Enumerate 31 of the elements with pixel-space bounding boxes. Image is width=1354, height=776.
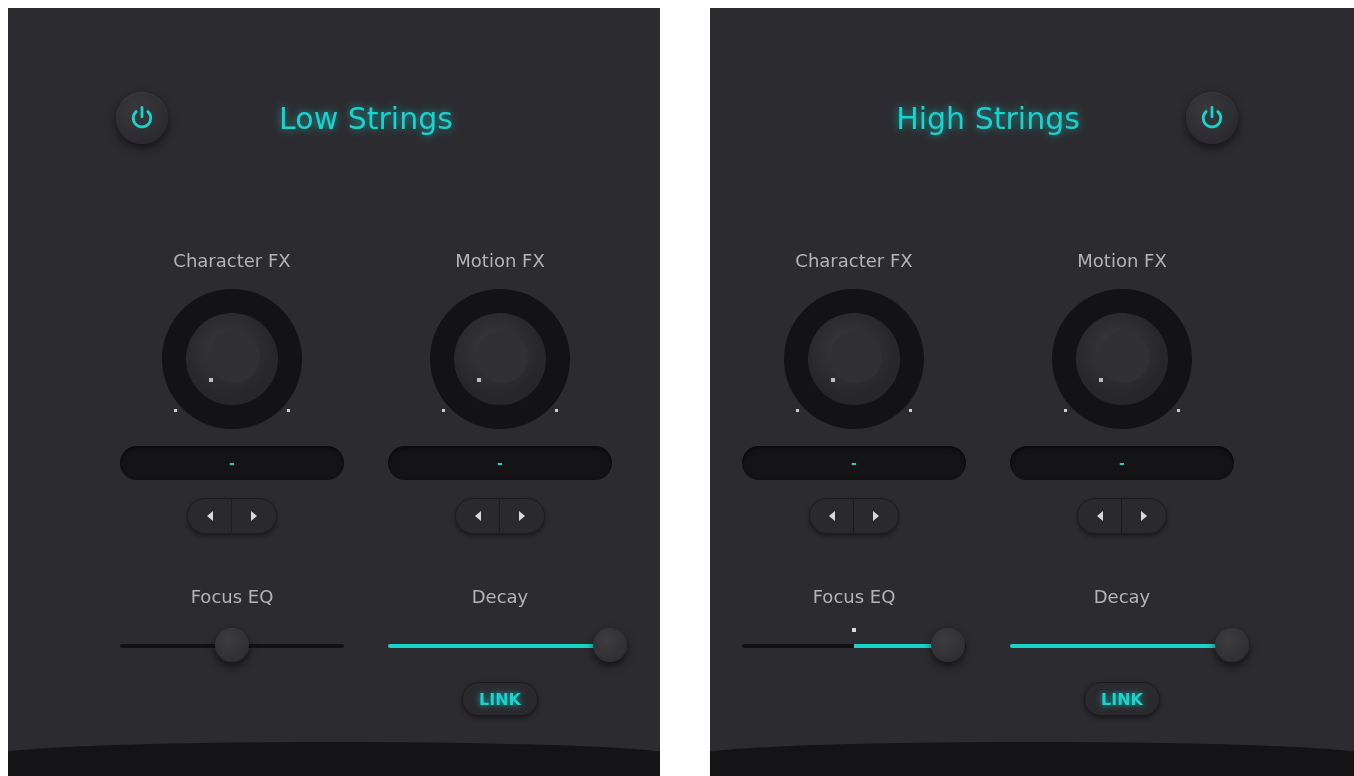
slider-thumb[interactable] [1214,628,1249,662]
slider-thumb[interactable] [215,628,249,662]
value-readout: - [120,446,344,480]
value-readout: - [388,446,612,480]
left-triangle-icon [205,510,214,522]
panel-title: Low Strings [279,100,453,136]
panel-title: High Strings [896,100,1080,136]
slider-label: Decay [1093,586,1151,609]
link-button[interactable]: LINK [1084,682,1160,716]
center-mark [852,628,856,632]
slider-label: Decay [471,586,529,609]
power-button[interactable] [1186,92,1238,144]
right-triangle-icon [518,510,526,522]
left-triangle-icon [827,510,836,522]
slider-thumb[interactable] [592,628,627,662]
knob-label: Character FX [795,250,913,273]
knob-label: Character FX [173,250,291,273]
value-readout: - [742,446,966,480]
right-triangle-icon [250,510,258,522]
power-button[interactable] [116,92,168,144]
slider-label: Focus EQ [812,586,896,609]
knob-label: Motion FX [1077,250,1167,273]
link-button[interactable]: LINK [462,682,538,716]
knob-label: Motion FX [455,250,545,273]
slider-label: Focus EQ [190,586,274,609]
value-readout: - [1010,446,1234,480]
left-triangle-icon [1095,510,1104,522]
left-triangle-icon [473,510,482,522]
slider-thumb[interactable] [931,628,966,662]
right-triangle-icon [1140,510,1148,522]
right-triangle-icon [872,510,880,522]
